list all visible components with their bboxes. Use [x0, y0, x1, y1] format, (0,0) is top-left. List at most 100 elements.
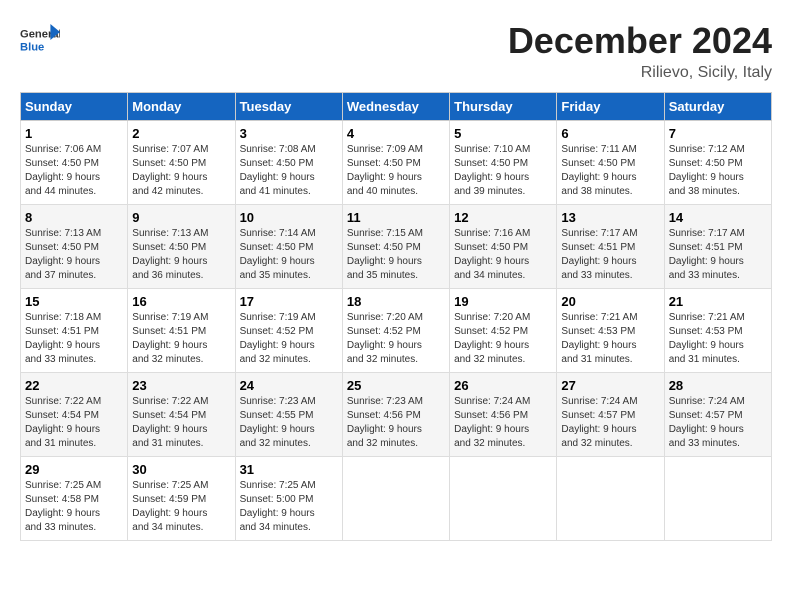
calendar-day-cell: 31 Sunrise: 7:25 AMSunset: 5:00 PMDaylig…	[235, 457, 342, 541]
day-info: Sunrise: 7:22 AMSunset: 4:54 PMDaylight:…	[132, 396, 208, 449]
title-block: December 2024 Rilievo, Sicily, Italy	[508, 20, 772, 82]
calendar-day-cell: 27 Sunrise: 7:24 AMSunset: 4:57 PMDaylig…	[557, 373, 664, 457]
day-number: 11	[347, 210, 445, 225]
day-info: Sunrise: 7:21 AMSunset: 4:53 PMDaylight:…	[669, 312, 745, 365]
day-info: Sunrise: 7:17 AMSunset: 4:51 PMDaylight:…	[561, 228, 637, 281]
logo-icon: General Blue	[20, 20, 60, 60]
calendar-day-cell	[557, 457, 664, 541]
day-number: 29	[25, 462, 123, 477]
day-number: 17	[240, 294, 338, 309]
calendar-day-cell	[664, 457, 771, 541]
day-number: 10	[240, 210, 338, 225]
day-header-row: Sunday Monday Tuesday Wednesday Thursday…	[21, 93, 772, 121]
day-number: 5	[454, 126, 552, 141]
day-info: Sunrise: 7:25 AMSunset: 4:58 PMDaylight:…	[25, 480, 101, 533]
day-number: 19	[454, 294, 552, 309]
calendar-day-cell: 25 Sunrise: 7:23 AMSunset: 4:56 PMDaylig…	[342, 373, 449, 457]
day-number: 26	[454, 378, 552, 393]
day-number: 7	[669, 126, 767, 141]
calendar-week-row: 8 Sunrise: 7:13 AMSunset: 4:50 PMDayligh…	[21, 205, 772, 289]
day-info: Sunrise: 7:07 AMSunset: 4:50 PMDaylight:…	[132, 144, 208, 197]
day-number: 1	[25, 126, 123, 141]
day-number: 31	[240, 462, 338, 477]
calendar-day-cell: 22 Sunrise: 7:22 AMSunset: 4:54 PMDaylig…	[21, 373, 128, 457]
calendar-day-cell	[342, 457, 449, 541]
day-info: Sunrise: 7:15 AMSunset: 4:50 PMDaylight:…	[347, 228, 423, 281]
calendar-day-cell: 7 Sunrise: 7:12 AMSunset: 4:50 PMDayligh…	[664, 121, 771, 205]
calendar-day-cell: 21 Sunrise: 7:21 AMSunset: 4:53 PMDaylig…	[664, 289, 771, 373]
day-info: Sunrise: 7:14 AMSunset: 4:50 PMDaylight:…	[240, 228, 316, 281]
logo: General Blue	[20, 20, 64, 60]
calendar-day-cell: 19 Sunrise: 7:20 AMSunset: 4:52 PMDaylig…	[450, 289, 557, 373]
day-info: Sunrise: 7:25 AMSunset: 5:00 PMDaylight:…	[240, 480, 316, 533]
day-number: 8	[25, 210, 123, 225]
day-number: 14	[669, 210, 767, 225]
calendar-day-cell: 29 Sunrise: 7:25 AMSunset: 4:58 PMDaylig…	[21, 457, 128, 541]
day-info: Sunrise: 7:09 AMSunset: 4:50 PMDaylight:…	[347, 144, 423, 197]
day-number: 16	[132, 294, 230, 309]
day-info: Sunrise: 7:17 AMSunset: 4:51 PMDaylight:…	[669, 228, 745, 281]
day-info: Sunrise: 7:21 AMSunset: 4:53 PMDaylight:…	[561, 312, 637, 365]
calendar-day-cell: 12 Sunrise: 7:16 AMSunset: 4:50 PMDaylig…	[450, 205, 557, 289]
day-info: Sunrise: 7:06 AMSunset: 4:50 PMDaylight:…	[25, 144, 101, 197]
day-number: 15	[25, 294, 123, 309]
day-info: Sunrise: 7:24 AMSunset: 4:56 PMDaylight:…	[454, 396, 530, 449]
calendar-day-cell: 3 Sunrise: 7:08 AMSunset: 4:50 PMDayligh…	[235, 121, 342, 205]
location: Rilievo, Sicily, Italy	[508, 64, 772, 82]
calendar-day-cell: 10 Sunrise: 7:14 AMSunset: 4:50 PMDaylig…	[235, 205, 342, 289]
header-friday: Friday	[557, 93, 664, 121]
day-info: Sunrise: 7:10 AMSunset: 4:50 PMDaylight:…	[454, 144, 530, 197]
day-number: 30	[132, 462, 230, 477]
calendar-day-cell: 24 Sunrise: 7:23 AMSunset: 4:55 PMDaylig…	[235, 373, 342, 457]
header-wednesday: Wednesday	[342, 93, 449, 121]
page-header: General Blue December 2024 Rilievo, Sici…	[20, 20, 772, 82]
svg-text:Blue: Blue	[20, 41, 44, 53]
day-info: Sunrise: 7:12 AMSunset: 4:50 PMDaylight:…	[669, 144, 745, 197]
day-info: Sunrise: 7:20 AMSunset: 4:52 PMDaylight:…	[454, 312, 530, 365]
day-info: Sunrise: 7:22 AMSunset: 4:54 PMDaylight:…	[25, 396, 101, 449]
day-info: Sunrise: 7:24 AMSunset: 4:57 PMDaylight:…	[561, 396, 637, 449]
header-sunday: Sunday	[21, 93, 128, 121]
calendar-day-cell: 23 Sunrise: 7:22 AMSunset: 4:54 PMDaylig…	[128, 373, 235, 457]
header-monday: Monday	[128, 93, 235, 121]
day-info: Sunrise: 7:18 AMSunset: 4:51 PMDaylight:…	[25, 312, 101, 365]
calendar-day-cell: 9 Sunrise: 7:13 AMSunset: 4:50 PMDayligh…	[128, 205, 235, 289]
calendar-day-cell: 6 Sunrise: 7:11 AMSunset: 4:50 PMDayligh…	[557, 121, 664, 205]
day-info: Sunrise: 7:25 AMSunset: 4:59 PMDaylight:…	[132, 480, 208, 533]
day-info: Sunrise: 7:20 AMSunset: 4:52 PMDaylight:…	[347, 312, 423, 365]
day-info: Sunrise: 7:08 AMSunset: 4:50 PMDaylight:…	[240, 144, 316, 197]
calendar-day-cell: 8 Sunrise: 7:13 AMSunset: 4:50 PMDayligh…	[21, 205, 128, 289]
day-info: Sunrise: 7:19 AMSunset: 4:51 PMDaylight:…	[132, 312, 208, 365]
calendar-day-cell: 1 Sunrise: 7:06 AMSunset: 4:50 PMDayligh…	[21, 121, 128, 205]
day-info: Sunrise: 7:13 AMSunset: 4:50 PMDaylight:…	[25, 228, 101, 281]
month-title: December 2024	[508, 20, 772, 62]
day-number: 25	[347, 378, 445, 393]
day-info: Sunrise: 7:16 AMSunset: 4:50 PMDaylight:…	[454, 228, 530, 281]
day-number: 6	[561, 126, 659, 141]
day-info: Sunrise: 7:13 AMSunset: 4:50 PMDaylight:…	[132, 228, 208, 281]
calendar-day-cell: 17 Sunrise: 7:19 AMSunset: 4:52 PMDaylig…	[235, 289, 342, 373]
calendar-day-cell: 30 Sunrise: 7:25 AMSunset: 4:59 PMDaylig…	[128, 457, 235, 541]
calendar-day-cell: 13 Sunrise: 7:17 AMSunset: 4:51 PMDaylig…	[557, 205, 664, 289]
calendar-day-cell	[450, 457, 557, 541]
calendar-day-cell: 15 Sunrise: 7:18 AMSunset: 4:51 PMDaylig…	[21, 289, 128, 373]
day-number: 24	[240, 378, 338, 393]
header-tuesday: Tuesday	[235, 93, 342, 121]
day-number: 2	[132, 126, 230, 141]
day-info: Sunrise: 7:19 AMSunset: 4:52 PMDaylight:…	[240, 312, 316, 365]
header-thursday: Thursday	[450, 93, 557, 121]
calendar-day-cell: 20 Sunrise: 7:21 AMSunset: 4:53 PMDaylig…	[557, 289, 664, 373]
calendar-week-row: 15 Sunrise: 7:18 AMSunset: 4:51 PMDaylig…	[21, 289, 772, 373]
day-number: 12	[454, 210, 552, 225]
calendar-day-cell: 11 Sunrise: 7:15 AMSunset: 4:50 PMDaylig…	[342, 205, 449, 289]
calendar-day-cell: 14 Sunrise: 7:17 AMSunset: 4:51 PMDaylig…	[664, 205, 771, 289]
calendar-day-cell: 5 Sunrise: 7:10 AMSunset: 4:50 PMDayligh…	[450, 121, 557, 205]
day-number: 3	[240, 126, 338, 141]
day-number: 27	[561, 378, 659, 393]
calendar-week-row: 1 Sunrise: 7:06 AMSunset: 4:50 PMDayligh…	[21, 121, 772, 205]
day-info: Sunrise: 7:24 AMSunset: 4:57 PMDaylight:…	[669, 396, 745, 449]
calendar-day-cell: 26 Sunrise: 7:24 AMSunset: 4:56 PMDaylig…	[450, 373, 557, 457]
calendar-table: Sunday Monday Tuesday Wednesday Thursday…	[20, 92, 772, 541]
calendar-week-row: 22 Sunrise: 7:22 AMSunset: 4:54 PMDaylig…	[21, 373, 772, 457]
day-number: 20	[561, 294, 659, 309]
